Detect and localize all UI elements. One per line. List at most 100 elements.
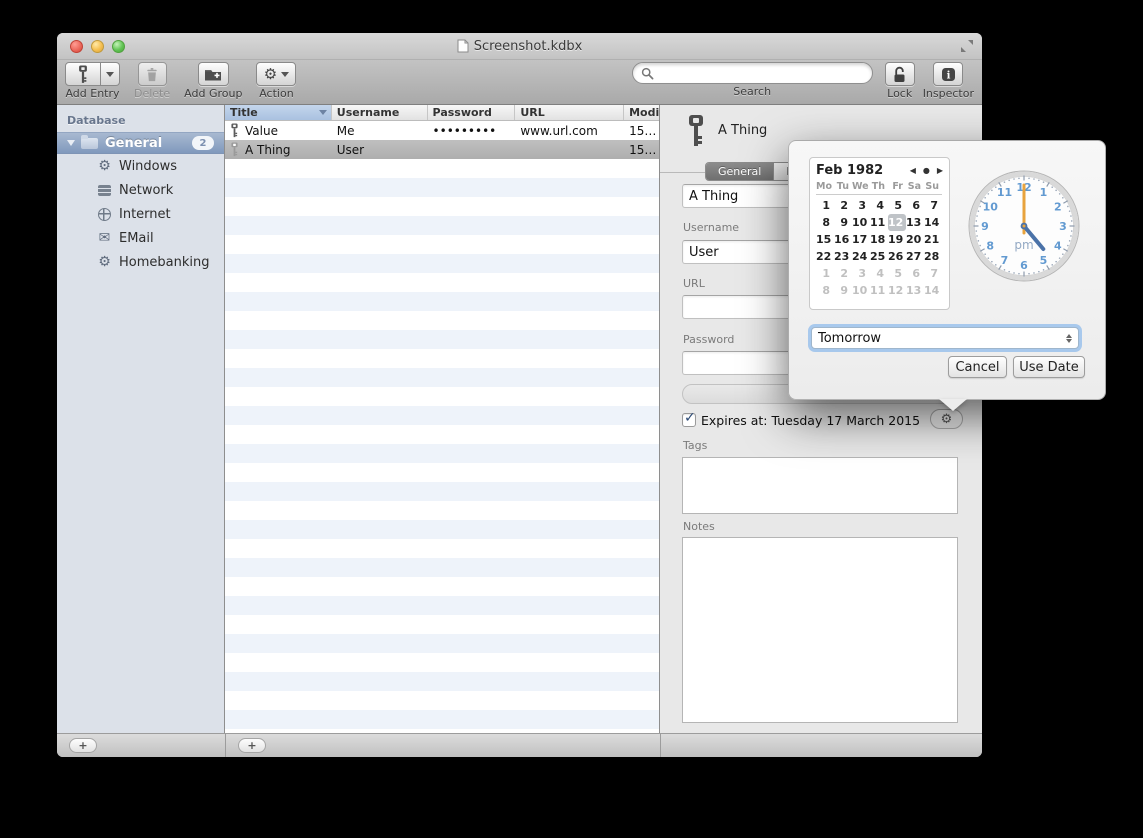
use-date-button[interactable]: Use Date xyxy=(1013,356,1085,378)
calendar-day[interactable]: 3 xyxy=(852,197,870,214)
date-preset-select[interactable]: Tomorrow xyxy=(811,327,1079,349)
date-picker-popover: Feb 1982 ◀ ● ▶ MoTuWeThFrSaSu12345678910… xyxy=(788,140,1106,400)
calendar-day[interactable]: 9 xyxy=(834,214,852,231)
table-row[interactable]: A Thing User 15… xyxy=(225,140,659,159)
calendar-day[interactable]: 12 xyxy=(888,282,906,299)
sidebar-header: Database xyxy=(57,105,224,132)
svg-text:11: 11 xyxy=(997,186,1012,199)
expires-date-picker-button[interactable]: ⚙ xyxy=(930,409,963,429)
calendar-day[interactable]: 13 xyxy=(906,214,924,231)
action-button[interactable]: ⚙ xyxy=(256,62,296,86)
calendar-day[interactable]: 26 xyxy=(888,248,906,265)
calendar-day[interactable]: 24 xyxy=(852,248,870,265)
calendar-day[interactable]: 14 xyxy=(924,282,942,299)
unlocked-padlock-icon xyxy=(892,66,907,83)
calendar-day[interactable]: 16 xyxy=(834,231,852,248)
calendar-day[interactable]: 22 xyxy=(816,248,834,265)
calendar-day[interactable]: 18 xyxy=(870,231,888,248)
sidebar-item-homebanking[interactable]: ⚙ Homebanking xyxy=(57,250,224,274)
table-row[interactable]: Value Me ••••••••• www.url.com 15… xyxy=(225,121,659,140)
sidebar-item-windows[interactable]: ⚙ Windows xyxy=(57,154,224,178)
add-entry-button[interactable] xyxy=(65,62,120,86)
add-group-footer-button[interactable]: + xyxy=(69,738,97,753)
tab-general[interactable]: General xyxy=(706,163,774,180)
calendar-day[interactable]: 6 xyxy=(906,197,924,214)
calendar-day[interactable]: 17 xyxy=(852,231,870,248)
sidebar-item-internet[interactable]: Internet xyxy=(57,202,224,226)
calendar-day[interactable]: 4 xyxy=(870,197,888,214)
column-header-password[interactable]: Password xyxy=(428,105,516,120)
calendar-day[interactable]: 2 xyxy=(834,197,852,214)
sidebar-item-email[interactable]: ✉ EMail xyxy=(57,226,224,250)
title-bar[interactable]: Screenshot.kdbx xyxy=(57,33,982,60)
calendar-day[interactable]: 4 xyxy=(870,265,888,282)
calendar-day[interactable]: 1 xyxy=(816,265,834,282)
calendar-day[interactable]: 2 xyxy=(834,265,852,282)
lock-button[interactable] xyxy=(885,62,915,86)
calendar-day[interactable]: 7 xyxy=(924,265,942,282)
calendar-day[interactable]: 5 xyxy=(888,265,906,282)
calendar-day[interactable]: 27 xyxy=(906,248,924,265)
expires-checkbox[interactable]: ✓ xyxy=(682,413,696,427)
calendar-day[interactable]: 20 xyxy=(906,231,924,248)
calendar-day[interactable]: 8 xyxy=(816,214,834,231)
notes-field[interactable] xyxy=(682,537,958,723)
calendar-day[interactable]: 1 xyxy=(816,197,834,214)
calendar-day-selected[interactable]: 12 xyxy=(888,214,906,231)
tags-field[interactable] xyxy=(682,457,958,514)
disclosure-triangle-icon[interactable] xyxy=(67,140,75,146)
calendar-day[interactable]: 21 xyxy=(924,231,942,248)
calendar-day[interactable]: 11 xyxy=(870,214,888,231)
minimize-button[interactable] xyxy=(91,40,104,53)
calendar-day[interactable]: 15 xyxy=(816,231,834,248)
add-group-button[interactable] xyxy=(198,62,229,86)
gear-icon: ⚙ xyxy=(96,159,113,173)
bottom-bar-separator xyxy=(660,734,661,757)
calendar-next-icon[interactable]: ▶ xyxy=(937,166,943,175)
inspector-label: Inspector xyxy=(923,87,974,100)
key-icon[interactable] xyxy=(65,62,101,86)
calendar-day[interactable]: 28 xyxy=(924,248,942,265)
globe-icon xyxy=(96,208,113,221)
inspector-button[interactable]: i xyxy=(933,62,963,86)
calendar-day[interactable]: 11 xyxy=(870,282,888,299)
calendar-prev-icon[interactable]: ◀ xyxy=(910,166,916,175)
svg-text:1: 1 xyxy=(1040,186,1048,199)
calendar-day[interactable]: 13 xyxy=(906,282,924,299)
calendar-grid: MoTuWeThFrSaSu12345678910111213141516171… xyxy=(816,181,943,299)
calendar-day[interactable]: 3 xyxy=(852,265,870,282)
calendar-day[interactable]: 10 xyxy=(852,282,870,299)
close-button[interactable] xyxy=(70,40,83,53)
calendar-day[interactable]: 7 xyxy=(924,197,942,214)
calendar-day[interactable]: 5 xyxy=(888,197,906,214)
username-label: Username xyxy=(683,221,739,234)
column-header-url[interactable]: URL xyxy=(515,105,624,120)
sidebar-group-general[interactable]: General 2 xyxy=(57,132,224,154)
calendar-today-icon[interactable]: ● xyxy=(923,166,930,175)
calendar-day[interactable]: 25 xyxy=(870,248,888,265)
delete-button[interactable] xyxy=(138,62,167,86)
calendar-day[interactable]: 6 xyxy=(906,265,924,282)
calendar-day[interactable]: 14 xyxy=(924,214,942,231)
add-group-label: Add Group xyxy=(184,87,242,100)
add-entry-dropdown-arrow[interactable] xyxy=(101,62,120,86)
search-input[interactable] xyxy=(632,62,873,84)
calendar-day[interactable]: 19 xyxy=(888,231,906,248)
notes-label: Notes xyxy=(683,520,715,533)
column-header-modified[interactable]: Modi… xyxy=(624,105,659,120)
expires-text: Expires at: Tuesday 17 March 2015 xyxy=(701,413,920,428)
calendar-day[interactable]: 23 xyxy=(834,248,852,265)
trash-icon xyxy=(145,67,159,82)
info-icon: i xyxy=(941,67,956,82)
column-header-username[interactable]: Username xyxy=(332,105,428,120)
calendar-day[interactable]: 8 xyxy=(816,282,834,299)
fullscreen-icon[interactable] xyxy=(960,39,974,53)
cancel-button[interactable]: Cancel xyxy=(948,356,1007,378)
sidebar-item-network[interactable]: Network xyxy=(57,178,224,202)
zoom-button[interactable] xyxy=(112,40,125,53)
add-entry-footer-button[interactable]: + xyxy=(238,738,266,753)
column-header-title[interactable]: Title xyxy=(225,105,332,120)
svg-text:8: 8 xyxy=(986,240,994,253)
calendar-day[interactable]: 9 xyxy=(834,282,852,299)
calendar-day[interactable]: 10 xyxy=(852,214,870,231)
